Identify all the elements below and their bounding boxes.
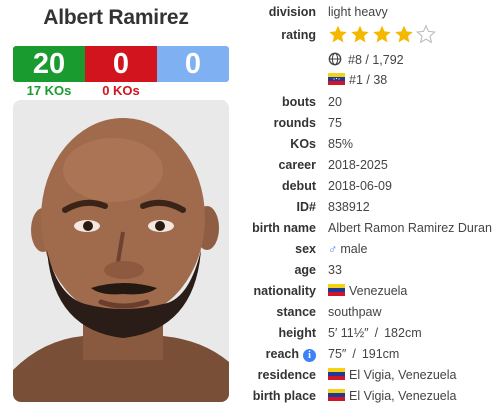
record-bar: 20 0 0: [13, 46, 229, 82]
info-icon[interactable]: i: [303, 349, 316, 362]
reach-label: reach: [265, 347, 299, 361]
residence-row: residence El Vigia, Venezuela: [240, 368, 500, 388]
reach-row: reach i 75″ / 191cm: [240, 347, 500, 367]
birth-place-value[interactable]: El Vigia, Venezuela: [349, 389, 457, 403]
age-row: age 33: [240, 263, 500, 283]
height-imperial: 5′ 11½″: [328, 326, 369, 340]
losses-kos: 0 KOs: [102, 83, 140, 98]
birth-name-label: birth name: [252, 221, 316, 235]
height-label: height: [278, 326, 317, 340]
id-value: 838912: [328, 200, 370, 214]
nationality-value[interactable]: Venezuela: [349, 284, 407, 298]
id-row: ID# 838912: [240, 200, 500, 220]
debut-row: debut 2018-06-09: [240, 179, 500, 199]
draws-count: 0: [157, 46, 229, 82]
residence-value[interactable]: El Vigia, Venezuela: [349, 368, 457, 382]
world-rank-value: #8 / 1,792: [348, 53, 404, 67]
sex-label: sex: [295, 242, 316, 256]
kos-row: KOs 85%: [240, 137, 500, 157]
debut-value: 2018-06-09: [328, 179, 392, 193]
age-value: 33: [328, 263, 342, 277]
world-rank-row[interactable]: #8 / 1,792: [240, 52, 500, 72]
height-row: height 5′ 11½″ / 182cm: [240, 326, 500, 346]
venezuela-flag-icon: [328, 389, 345, 401]
star-filled-icon: [395, 25, 413, 43]
birth-place-row: birth place El Vigia, Venezuela: [240, 389, 500, 409]
star-filled-icon: [373, 25, 391, 43]
country-rank-row[interactable]: #1 / 38: [240, 73, 500, 93]
fighter-details-panel: division light heavy rating #8 / 1,792 #…: [240, 0, 500, 412]
birth-place-label: birth place: [252, 389, 316, 403]
sex-value: male: [340, 242, 368, 256]
birth-name-value: Albert Ramon Ramirez Duran: [328, 221, 492, 235]
age-label: age: [294, 263, 316, 277]
country-rank-value: #1 / 38: [349, 73, 388, 87]
stance-label: stance: [276, 305, 316, 319]
reach-metric: 191cm: [361, 347, 400, 361]
rating-label: rating: [281, 28, 316, 42]
stance-row: stance southpaw: [240, 305, 500, 325]
venezuela-flag-icon: [328, 73, 345, 85]
losses-count: 0: [85, 46, 157, 82]
height-separator: /: [374, 326, 379, 340]
career-row: career 2018-2025: [240, 158, 500, 178]
birth-name-row: birth name Albert Ramon Ramirez Duran: [240, 221, 500, 241]
nationality-label: nationality: [253, 284, 316, 298]
rounds-row: rounds 75: [240, 116, 500, 136]
reach-imperial: 75″: [328, 347, 347, 361]
globe-icon: [328, 52, 342, 66]
fighter-summary-panel: Albert Ramirez 20 0 0 17 KOs 0 KOs: [0, 0, 240, 412]
fighter-photo: [13, 100, 229, 402]
kos-label: KOs: [290, 137, 316, 151]
debut-label: debut: [281, 179, 316, 193]
sex-row: sex ♂ male: [240, 242, 500, 262]
stance-value: southpaw: [328, 305, 382, 319]
rounds-value: 75: [328, 116, 342, 130]
division-label: division: [268, 5, 316, 19]
fighter-name: Albert Ramirez: [43, 6, 189, 29]
bouts-row: bouts 20: [240, 95, 500, 115]
bouts-value: 20: [328, 95, 342, 109]
male-icon: ♂: [328, 242, 338, 256]
reach-separator: /: [352, 347, 356, 361]
residence-label: residence: [257, 368, 316, 382]
division-value[interactable]: light heavy: [328, 5, 388, 19]
division-row: division light heavy: [240, 5, 500, 25]
nationality-row: nationality Venezuela: [240, 284, 500, 304]
star-empty-icon: [416, 24, 436, 44]
rounds-label: rounds: [273, 116, 316, 130]
height-metric: 182cm: [384, 326, 422, 340]
star-filled-icon: [351, 25, 369, 43]
wins-count: 20: [13, 46, 85, 82]
star-filled-icon: [329, 25, 347, 43]
wins-kos: 17 KOs: [26, 83, 72, 98]
venezuela-flag-icon: [328, 284, 345, 296]
career-label: career: [278, 158, 316, 172]
rating-stars: [328, 24, 436, 44]
venezuela-flag-icon: [328, 368, 345, 380]
id-label: ID#: [296, 200, 316, 214]
kos-value: 85%: [328, 137, 354, 151]
career-value: 2018-2025: [328, 158, 388, 172]
bouts-label: bouts: [281, 95, 316, 109]
